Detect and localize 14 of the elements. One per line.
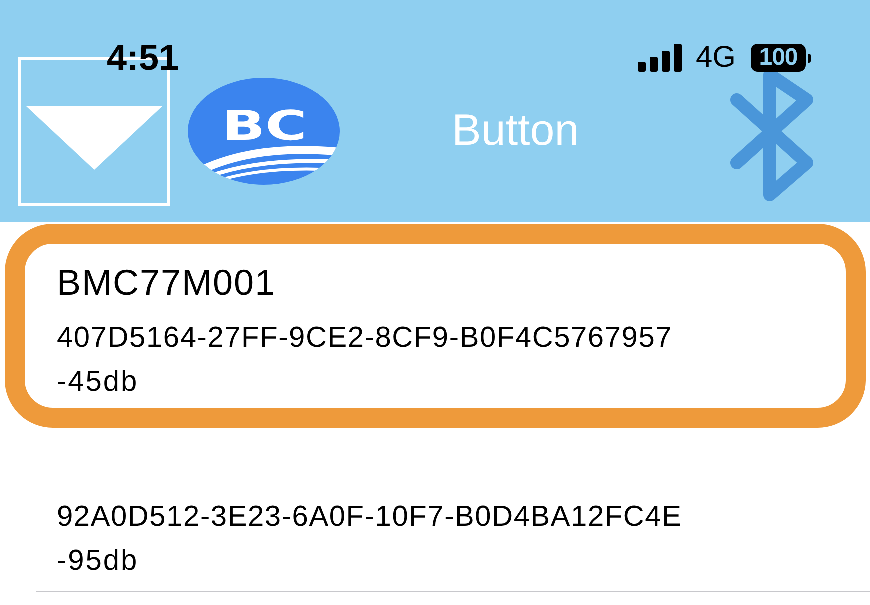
device-row[interactable]: 92A0D512-3E23-6A0F-10F7-B0D4BA12FC4E -95db xyxy=(36,428,870,592)
signal-icon xyxy=(638,44,682,72)
battery-indicator: 100 xyxy=(751,44,811,72)
device-uuid: 92A0D512-3E23-6A0F-10F7-B0D4BA12FC4E xyxy=(57,500,682,535)
status-time: 4:51 xyxy=(107,38,180,78)
signal-strength: -45db xyxy=(57,365,139,400)
header-title: Button xyxy=(452,105,580,157)
device-name: BMC77M001 xyxy=(57,261,276,305)
logo-text: BC xyxy=(222,102,308,150)
network-label: 4G xyxy=(696,41,736,75)
caret-icon xyxy=(26,106,162,170)
device-uuid: 407D5164-27FF-9CE2-8CF9-B0F4C5767957 xyxy=(57,321,673,356)
signal-strength: -95db xyxy=(57,544,139,579)
device-row[interactable]: BMC77M001 407D5164-27FF-9CE2-8CF9-B0F4C5767957 -45db xyxy=(5,224,866,428)
